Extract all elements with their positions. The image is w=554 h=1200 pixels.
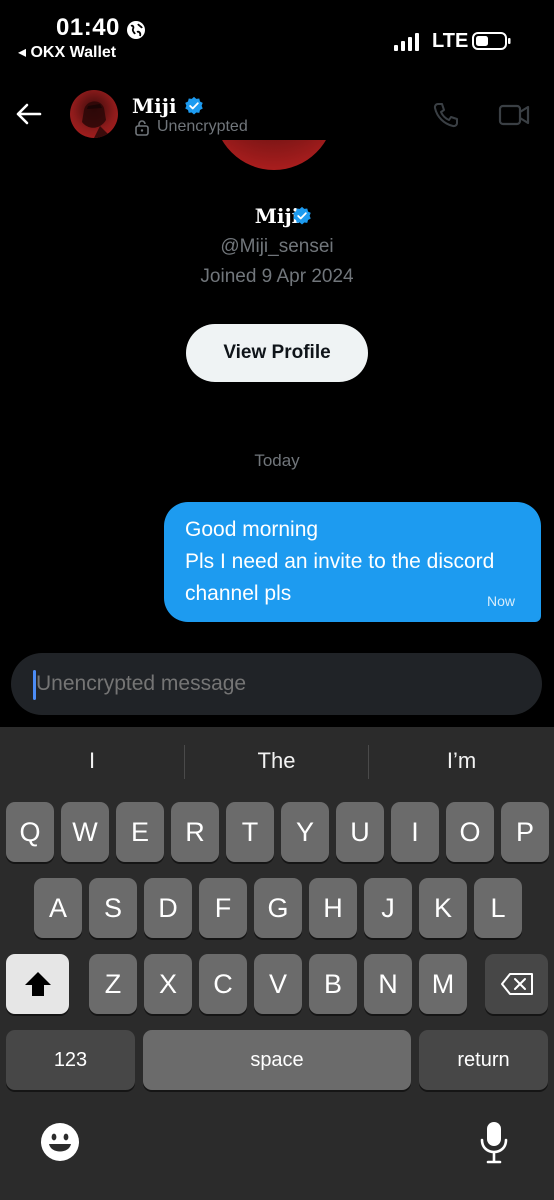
key-p[interactable]: P xyxy=(501,802,549,862)
key-m[interactable]: M xyxy=(419,954,467,1014)
shift-icon xyxy=(24,972,51,996)
key-u[interactable]: U xyxy=(336,802,384,862)
key-t[interactable]: T xyxy=(226,802,274,862)
key-i[interactable]: I xyxy=(391,802,439,862)
message-line: Good morning xyxy=(185,518,319,541)
key-v[interactable]: V xyxy=(254,954,302,1014)
key-c[interactable]: C xyxy=(199,954,247,1014)
text-caret xyxy=(33,670,36,700)
key-o[interactable]: O xyxy=(446,802,494,862)
network-type: LTE xyxy=(432,30,469,52)
view-profile-button[interactable]: View Profile xyxy=(186,324,368,382)
message-line: Pls I need an invite to the discord xyxy=(185,550,495,573)
key-w[interactable]: W xyxy=(61,802,109,862)
status-time: 01:40 xyxy=(56,14,120,41)
key-j[interactable]: J xyxy=(364,878,412,938)
microphone-icon[interactable] xyxy=(478,1120,510,1164)
key-e[interactable]: E xyxy=(116,802,164,862)
key-z[interactable]: Z xyxy=(89,954,137,1014)
key-f[interactable]: F xyxy=(199,878,247,938)
key-x[interactable]: X xyxy=(144,954,192,1014)
avatar[interactable] xyxy=(70,90,118,138)
key-g[interactable]: G xyxy=(254,878,302,938)
key-s[interactable]: S xyxy=(89,878,137,938)
suggestion-3[interactable]: I’m xyxy=(369,748,554,774)
encryption-status: Unencrypted xyxy=(157,118,248,135)
back-arrow-icon[interactable] xyxy=(14,100,42,128)
key-y[interactable]: Y xyxy=(281,802,329,862)
suggestion-2[interactable]: The xyxy=(185,748,368,774)
key-r[interactable]: R xyxy=(171,802,219,862)
emoji-icon[interactable] xyxy=(40,1122,80,1162)
header-name[interactable]: Miji xyxy=(132,94,177,118)
phone-icon[interactable] xyxy=(432,101,460,129)
message-line: channel pls xyxy=(185,582,292,605)
header-name-text: Miji xyxy=(132,94,177,118)
shift-key[interactable] xyxy=(6,954,69,1014)
globe-icon xyxy=(127,21,145,39)
backspace-key[interactable] xyxy=(485,954,548,1014)
profile-name: Miji xyxy=(0,204,554,228)
key-n[interactable]: N xyxy=(364,954,412,1014)
key-l[interactable]: L xyxy=(474,878,522,938)
date-separator: Today xyxy=(254,451,300,470)
space-key[interactable]: space xyxy=(143,1030,411,1090)
profile-handle: @Miji_sensei xyxy=(220,236,334,257)
battery-icon xyxy=(472,32,511,50)
key-d[interactable]: D xyxy=(144,878,192,938)
verified-icon xyxy=(185,96,203,115)
message-time: Now xyxy=(487,593,516,609)
key-a[interactable]: A xyxy=(34,878,82,938)
profile-avatar[interactable] xyxy=(214,140,334,170)
key-q[interactable]: Q xyxy=(6,802,54,862)
video-icon[interactable] xyxy=(498,102,530,128)
return-key[interactable]: return xyxy=(419,1030,548,1090)
numbers-key[interactable]: 123 xyxy=(6,1030,135,1090)
key-k[interactable]: K xyxy=(419,878,467,938)
backspace-icon xyxy=(500,973,533,995)
lock-icon xyxy=(135,120,149,136)
profile-joined-date: Joined 9 Apr 2024 xyxy=(200,266,354,287)
back-to-app-link[interactable]: ◂ OKX Wallet xyxy=(18,42,116,62)
signal-icon xyxy=(394,33,419,51)
message-input[interactable] xyxy=(36,672,516,696)
key-b[interactable]: B xyxy=(309,954,357,1014)
key-h[interactable]: H xyxy=(309,878,357,938)
verified-icon xyxy=(293,206,311,225)
suggestion-1[interactable]: I xyxy=(0,748,184,774)
